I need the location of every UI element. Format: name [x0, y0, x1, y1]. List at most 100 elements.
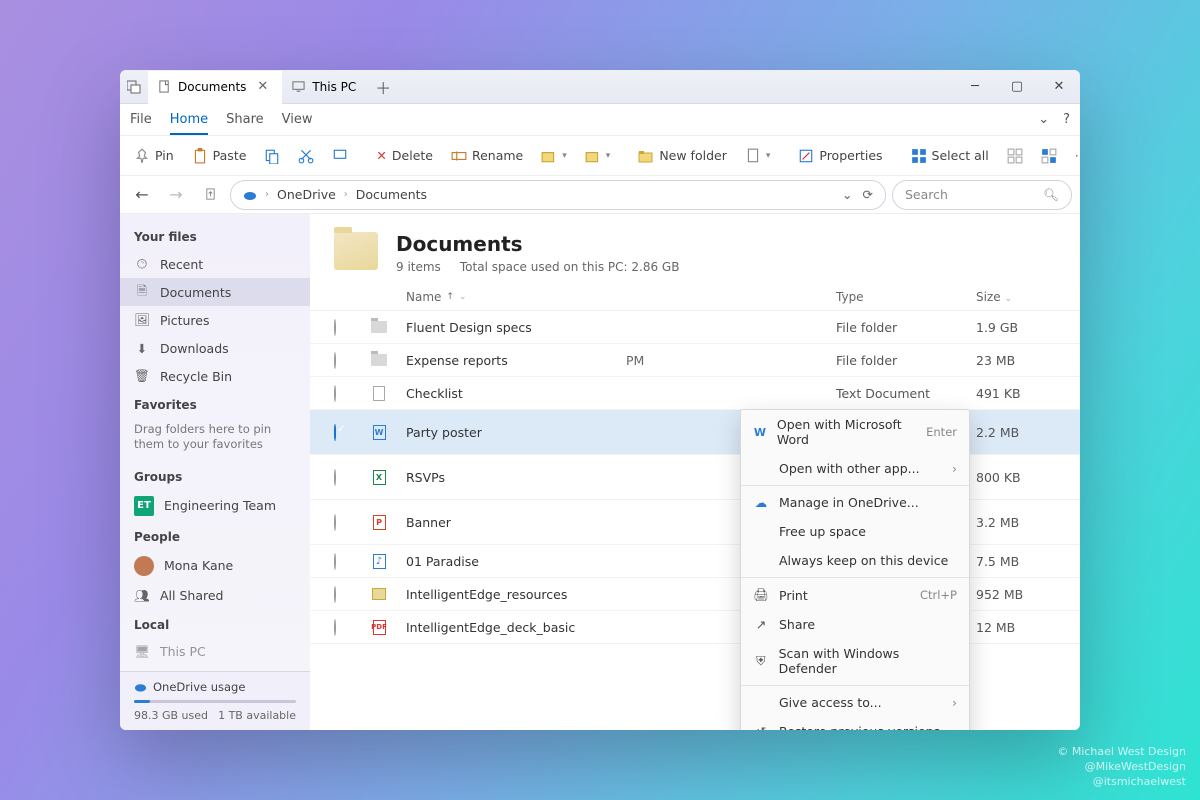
- file-row[interactable]: Checklist Text Document 491 KB: [310, 377, 1080, 410]
- properties-button[interactable]: Properties: [792, 144, 888, 168]
- cloud-icon: ☁︎: [753, 495, 769, 510]
- sidebar-heading-people: People: [120, 522, 310, 550]
- context-item[interactable]: Always keep on this device: [741, 546, 969, 575]
- back-button[interactable]: ←: [128, 181, 156, 209]
- column-modified[interactable]: [626, 290, 836, 304]
- ribbon-collapse-icon[interactable]: ⌄: [1038, 112, 1049, 127]
- file-icon: ♪: [370, 552, 388, 570]
- chevron-right-icon: ›: [952, 461, 957, 476]
- column-name[interactable]: Name ↑ ⌄: [406, 290, 626, 304]
- checkbox[interactable]: [334, 424, 336, 441]
- menu-home[interactable]: Home: [170, 112, 208, 135]
- titlebar: Documents ✕ This PC ＋ ─ ▢ ✕: [120, 70, 1080, 104]
- breadcrumb-root[interactable]: OneDrive: [277, 187, 336, 202]
- chevron-down-icon[interactable]: ⌄: [842, 187, 852, 202]
- forward-button[interactable]: →: [162, 181, 190, 209]
- file-row[interactable]: Fluent Design specs File folder 1.9 GB: [310, 311, 1080, 344]
- file-name: Checklist: [406, 386, 626, 401]
- context-item[interactable]: ☁︎Manage in OneDrive...: [741, 488, 969, 517]
- context-item[interactable]: Free up space: [741, 517, 969, 546]
- more-button[interactable]: ···: [1069, 144, 1080, 167]
- new-item-button[interactable]: ▾: [739, 144, 777, 168]
- context-item[interactable]: ⛨Scan with Windows Defender: [741, 639, 969, 683]
- shortcut: Ctrl+P: [920, 588, 957, 602]
- file-icon: [370, 585, 388, 603]
- cloud-icon: [134, 682, 147, 692]
- doc-icon: 🗎: [134, 284, 150, 300]
- tab-this-pc[interactable]: This PC: [282, 70, 366, 104]
- select-all-button[interactable]: Select all: [905, 144, 995, 168]
- up-button[interactable]: [196, 181, 224, 209]
- minimize-button[interactable]: ─: [954, 79, 996, 94]
- file-row[interactable]: Expense reports PM File folder 23 MB: [310, 344, 1080, 377]
- file-icon: [370, 318, 388, 336]
- pin-button[interactable]: Pin: [128, 144, 180, 168]
- new-folder-button[interactable]: New folder: [632, 144, 733, 168]
- copy-path-button[interactable]: [326, 144, 354, 168]
- sidebar-item-documents[interactable]: 🗎Documents: [120, 278, 310, 306]
- main-pane: Documents 9 items Total space used on th…: [310, 214, 1080, 730]
- file-size: 23 MB: [976, 353, 1056, 368]
- cut-button[interactable]: [292, 144, 320, 168]
- paste-button[interactable]: Paste: [186, 144, 253, 168]
- rename-button[interactable]: Rename: [445, 144, 529, 168]
- sidebar-item-group[interactable]: ET Engineering Team: [120, 490, 310, 522]
- menu-file[interactable]: File: [130, 112, 152, 127]
- maximize-button[interactable]: ▢: [996, 79, 1038, 94]
- column-type[interactable]: Type: [836, 290, 976, 304]
- context-item[interactable]: 🖨︎PrintCtrl+P: [741, 580, 969, 610]
- sidebar-item-recyclebin[interactable]: 🗑︎Recycle Bin: [120, 362, 310, 390]
- file-size: 952 MB: [976, 587, 1056, 602]
- sidebar: Your files 🕑︎Recent🗎Documents🖼︎Pictures⬇…: [120, 214, 310, 730]
- context-item[interactable]: Open with other app...›: [741, 454, 969, 483]
- people-icon: 👥︎: [134, 588, 150, 604]
- sidebar-item-label: Downloads: [160, 341, 229, 356]
- checkbox[interactable]: [334, 514, 336, 531]
- context-label: Restore previous versions...: [779, 724, 952, 730]
- checkbox[interactable]: [334, 319, 336, 336]
- tab-documents[interactable]: Documents ✕: [148, 71, 282, 105]
- sidebar-heading-favorites: Favorites: [120, 390, 310, 418]
- context-item[interactable]: WOpen with Microsoft WordEnter: [741, 410, 969, 454]
- copy-button[interactable]: [258, 144, 286, 168]
- sidebar-heading-groups: Groups: [120, 462, 310, 490]
- avatar: [134, 556, 154, 576]
- image-icon: 🖼︎: [134, 312, 150, 328]
- select-none-button[interactable]: [1001, 144, 1029, 168]
- task-view-icon[interactable]: [120, 80, 148, 94]
- close-tab-icon[interactable]: ✕: [253, 79, 272, 94]
- checkbox[interactable]: [334, 553, 336, 570]
- menu-view[interactable]: View: [282, 112, 313, 127]
- context-menu: WOpen with Microsoft WordEnterOpen with …: [740, 409, 970, 730]
- context-item[interactable]: Give access to...›: [741, 688, 969, 717]
- sidebar-item-pictures[interactable]: 🖼︎Pictures: [120, 306, 310, 334]
- menu-share[interactable]: Share: [226, 112, 264, 127]
- column-size[interactable]: Size ⌄: [976, 290, 1056, 304]
- add-tab-button[interactable]: ＋: [366, 75, 400, 99]
- checkbox[interactable]: [334, 586, 336, 603]
- copy-to-button[interactable]: ▾: [579, 144, 617, 168]
- sidebar-item-all-shared[interactable]: 👥︎ All Shared: [120, 582, 310, 610]
- sidebar-item-downloads[interactable]: ⬇︎Downloads: [120, 334, 310, 362]
- move-to-button[interactable]: ▾: [535, 144, 573, 168]
- context-item[interactable]: ↺Restore previous versions...: [741, 717, 969, 730]
- breadcrumb-path[interactable]: Documents: [356, 187, 427, 202]
- sidebar-item-this-pc[interactable]: 🖥︎ This PC: [120, 638, 310, 666]
- file-icon: PDF: [370, 618, 388, 636]
- delete-button[interactable]: ✕Delete: [370, 144, 439, 167]
- checkbox[interactable]: [334, 352, 336, 369]
- refresh-icon[interactable]: ⟳: [863, 187, 873, 202]
- context-item[interactable]: ↗︎Share: [741, 610, 969, 639]
- help-icon[interactable]: ?: [1063, 112, 1070, 127]
- checkbox[interactable]: [334, 469, 336, 486]
- search-input[interactable]: Search 🔍︎: [892, 180, 1072, 210]
- file-icon: [370, 351, 388, 369]
- invert-selection-button[interactable]: [1035, 144, 1063, 168]
- this-pc-label: This PC: [160, 644, 206, 659]
- checkbox[interactable]: [334, 619, 336, 636]
- breadcrumb[interactable]: › OneDrive › Documents ⌄ ⟳: [230, 180, 886, 210]
- sidebar-item-person[interactable]: Mona Kane: [120, 550, 310, 582]
- sidebar-item-recent[interactable]: 🕑︎Recent: [120, 250, 310, 278]
- checkbox[interactable]: [334, 385, 336, 402]
- close-button[interactable]: ✕: [1038, 79, 1080, 94]
